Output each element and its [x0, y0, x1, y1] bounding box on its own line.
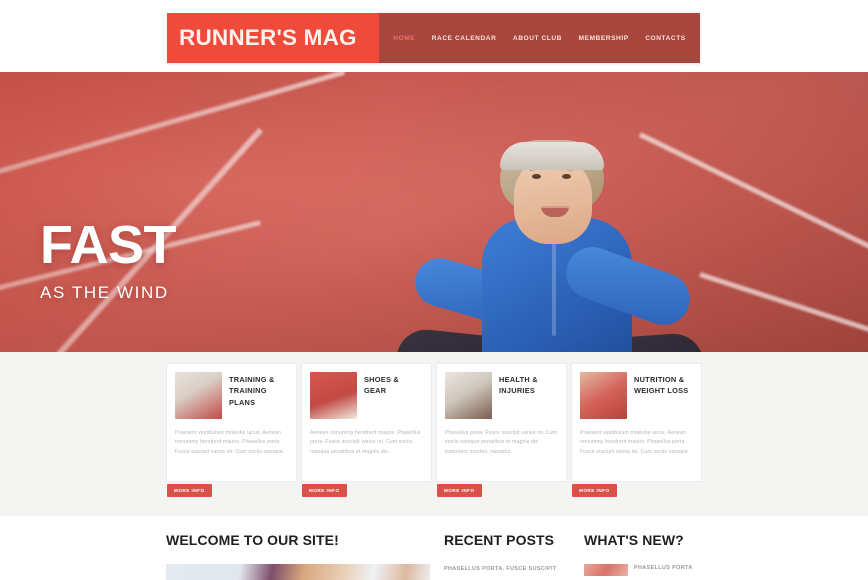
card-description: Phasellus porta. Fusce suscipit varius m…	[445, 430, 558, 455]
hero-slider: FAST AS THE WIND ‹ ›	[0, 72, 868, 352]
training-thumbnail-image	[175, 372, 222, 419]
card-title: TRAINING & TRAINING PLANS	[229, 375, 275, 407]
shoes-thumbnail-image	[310, 372, 357, 419]
more-info-button[interactable]: MORE INFO	[437, 484, 482, 497]
lower-content-row: WELCOME TO OUR SITE! RECENT POSTS PHASEL…	[166, 516, 702, 580]
card-description: Aenean nonummy hendrerit mauris. Phasell…	[310, 430, 421, 455]
welcome-column: WELCOME TO OUR SITE!	[166, 532, 430, 580]
news-item-title: PHASELLUS PORTA	[634, 565, 693, 571]
card-description: Praesent vestibulum molestie lacus. Aene…	[580, 430, 690, 455]
more-info-button[interactable]: MORE INFO	[167, 484, 212, 497]
feature-cards-row: TRAINING & TRAINING PLANS Praesent vesti…	[166, 363, 702, 497]
card-description: Praesent vestibulum molestie lacus. Aene…	[175, 430, 285, 455]
hero-overlay	[0, 72, 868, 352]
news-item[interactable]: PHASELLUS PORTA	[584, 564, 702, 576]
card-title: HEALTH & INJURIES	[499, 375, 538, 396]
feature-card-training[interactable]: TRAINING & TRAINING PLANS Praesent vesti…	[166, 363, 297, 497]
health-thumbnail-image	[445, 372, 492, 419]
news-thumbnail-image	[584, 564, 628, 576]
feature-card-shoes[interactable]: SHOES & GEAR Aenean nonummy hendrerit ma…	[301, 363, 432, 497]
nutrition-thumbnail-image	[580, 372, 627, 419]
welcome-image	[166, 564, 430, 580]
nav-item-race-calendar[interactable]: RACE CALENDAR	[429, 30, 500, 47]
more-info-button[interactable]: MORE INFO	[302, 484, 347, 497]
card-title: NUTRITION & WEIGHT LOSS	[634, 375, 689, 396]
logo-text: RUNNER'S MAG	[179, 25, 357, 50]
header-bar: RUNNER'S MAG HOME RACE CALENDAR ABOUT CL…	[167, 13, 700, 63]
logo[interactable]: RUNNER'S MAG	[167, 13, 379, 63]
card-title: SHOES & GEAR	[364, 375, 400, 396]
lower-content-section: WELCOME TO OUR SITE! RECENT POSTS PHASEL…	[0, 516, 868, 580]
nav-item-contacts[interactable]: CONTACTS	[642, 30, 689, 47]
feature-card-nutrition[interactable]: NUTRITION & WEIGHT LOSS Praesent vestibu…	[571, 363, 702, 497]
card-header: HEALTH & INJURIES	[445, 372, 558, 419]
nav-item-home[interactable]: HOME	[390, 30, 418, 47]
main-navigation: HOME RACE CALENDAR ABOUT CLUB MEMBERSHIP…	[379, 13, 700, 63]
card-header: NUTRITION & WEIGHT LOSS	[580, 372, 693, 419]
feature-card-health[interactable]: HEALTH & INJURIES Phasellus porta. Fusce…	[436, 363, 567, 497]
recent-post-item[interactable]: PHASELLUS PORTA. FUSCE SUSCIPIT	[444, 565, 570, 574]
nav-item-about-club[interactable]: ABOUT CLUB	[510, 30, 565, 47]
welcome-heading: WELCOME TO OUR SITE!	[166, 532, 339, 548]
hero-caption: FAST AS THE WIND	[40, 215, 177, 303]
card-header: TRAINING & TRAINING PLANS	[175, 372, 288, 419]
feature-cards-section: TRAINING & TRAINING PLANS Praesent vesti…	[0, 352, 868, 497]
recent-posts-column: RECENT POSTS PHASELLUS PORTA. FUSCE SUSC…	[444, 532, 570, 580]
recent-posts-heading: RECENT POSTS	[444, 532, 555, 548]
whats-new-heading: WHAT'S NEW?	[584, 532, 684, 548]
hero-subtitle: AS THE WIND	[40, 283, 169, 303]
site-header: RUNNER'S MAG HOME RACE CALENDAR ABOUT CL…	[0, 0, 868, 72]
whats-new-column: WHAT'S NEW? PHASELLUS PORTA	[584, 532, 702, 580]
card-header: SHOES & GEAR	[310, 372, 423, 419]
hero-title: FAST	[40, 215, 177, 275]
nav-item-membership[interactable]: MEMBERSHIP	[576, 30, 632, 47]
more-info-button[interactable]: MORE INFO	[572, 484, 617, 497]
